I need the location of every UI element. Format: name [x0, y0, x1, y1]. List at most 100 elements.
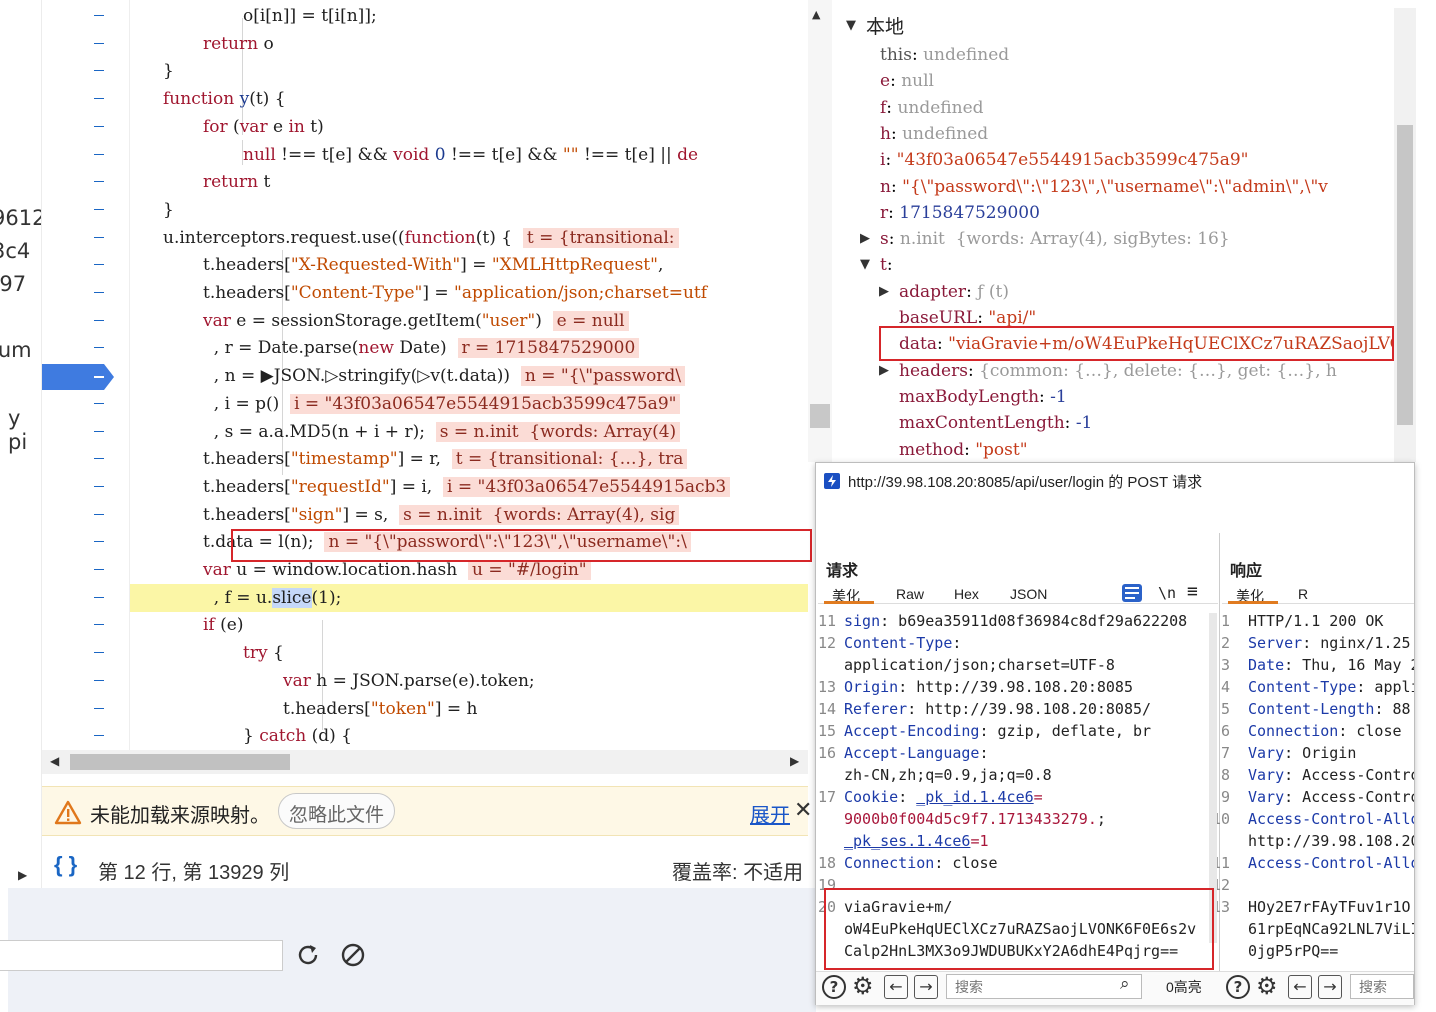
- gutter-line-marker[interactable]: [94, 402, 104, 404]
- code-line[interactable]: t.headers["token"] = h: [283, 695, 477, 723]
- settings-icon[interactable]: ⚙: [852, 972, 874, 1000]
- gutter-line-marker[interactable]: [94, 292, 104, 293]
- code-line[interactable]: } catch (d) {: [243, 722, 352, 750]
- code-line[interactable]: t.headers["X-Requested-With"] = "XMLHttp…: [203, 251, 663, 279]
- code-line[interactable]: , f = u.slice(1);: [203, 584, 341, 612]
- scope-variable-row[interactable]: f: undefined: [880, 95, 984, 121]
- http-line[interactable]: application/json;charset=UTF-8: [844, 654, 1208, 676]
- gutter-line-marker[interactable]: [94, 513, 104, 515]
- gutter-line-marker[interactable]: [94, 458, 104, 460]
- gutter-line-marker[interactable]: [94, 485, 104, 487]
- scope-variable-row[interactable]: e: null: [880, 68, 934, 94]
- prev-icon[interactable]: ←: [1288, 975, 1312, 999]
- scope-variable-row[interactable]: maxContentLength: -1: [899, 410, 1092, 436]
- gutter-line-marker[interactable]: [94, 541, 104, 543]
- http-line[interactable]: Referer: http://39.98.108.20:8085/: [844, 698, 1208, 720]
- expand-arrow-icon[interactable]: ▶: [879, 279, 889, 305]
- scope-variable-row[interactable]: this: undefined: [880, 42, 1009, 68]
- next-icon[interactable]: →: [1318, 975, 1342, 999]
- gutter-line-marker[interactable]: [94, 347, 104, 349]
- scope-scroll-thumb[interactable]: [1397, 125, 1413, 425]
- prev-icon[interactable]: ←: [884, 975, 908, 999]
- gutter-line-marker[interactable]: [94, 125, 104, 127]
- http-line[interactable]: Cookie: _pk_id.1.4ce6=: [844, 786, 1208, 808]
- gutter-line-marker[interactable]: [94, 569, 104, 570]
- search-input[interactable]: [1350, 974, 1414, 999]
- gutter-line-marker[interactable]: [94, 430, 104, 432]
- scope-variable-row[interactable]: maxBodyLength: -1: [899, 384, 1067, 410]
- ignore-file-button[interactable]: 忽略此文件: [278, 793, 396, 829]
- gutter-line-marker[interactable]: [94, 70, 104, 72]
- scope-variable-row[interactable]: n: "{\"password\":\"123\",\"username\":\…: [880, 174, 1328, 200]
- http-line[interactable]: Vary: Access-Contro: [1248, 786, 1414, 808]
- request-tab[interactable]: JSON: [1010, 586, 1047, 602]
- clear-icon[interactable]: [340, 942, 366, 968]
- scroll-up-icon[interactable]: ▲: [812, 8, 820, 21]
- gutter-line-marker[interactable]: [94, 735, 104, 737]
- code-line[interactable]: function y(t) {: [163, 85, 286, 113]
- http-line[interactable]: Accept-Language:: [844, 742, 1208, 764]
- collapse-arrow-icon[interactable]: ▼: [846, 18, 856, 33]
- scope-variable-row[interactable]: h: undefined: [880, 121, 988, 147]
- gutter-line-marker[interactable]: [94, 98, 104, 100]
- code-line[interactable]: }: [163, 196, 174, 224]
- http-line[interactable]: HTTP/1.1 200 OK: [1248, 610, 1414, 632]
- newline-icon[interactable]: \n: [1158, 584, 1176, 602]
- gutter-line-marker[interactable]: [94, 153, 104, 155]
- code-scroll-thumb[interactable]: [810, 404, 830, 428]
- http-line[interactable]: HOy2E7rFAyTFuv1r1O: [1248, 896, 1414, 918]
- http-line[interactable]: http://39.98.108.20: [1248, 830, 1414, 852]
- scope-variable-row[interactable]: ▶ adapter: ƒ (t): [879, 279, 1009, 305]
- http-line[interactable]: Access-Control-Allo:: [1248, 852, 1414, 874]
- scope-variable-row[interactable]: ▼ t:: [860, 252, 898, 278]
- code-line[interactable]: t.headers["timestamp"] = r, t = {transit…: [203, 445, 688, 473]
- http-line[interactable]: 61rpEqNCa92LNL7ViLI: [1248, 918, 1414, 940]
- http-line[interactable]: Date: Thu, 16 May 2: [1248, 654, 1414, 676]
- settings-icon[interactable]: ⚙: [1256, 972, 1278, 1000]
- code-line[interactable]: t.headers["requestId"] = i, i = "43f03a0…: [203, 473, 731, 501]
- gutter-line-marker[interactable]: [94, 181, 104, 183]
- code-line[interactable]: return t: [203, 168, 270, 196]
- response-tab[interactable]: R: [1298, 586, 1308, 602]
- http-line[interactable]: Content-Type: appli: [1248, 676, 1414, 698]
- expand-link[interactable]: 展开: [750, 799, 790, 828]
- next-icon[interactable]: →: [914, 975, 938, 999]
- scroll-right-icon[interactable]: ▶: [790, 754, 799, 768]
- source-code-editor[interactable]: o[i[n]] = t[i[n]]; return o} function y(t)…: [130, 0, 808, 750]
- gutter-line-marker[interactable]: [94, 42, 104, 44]
- breakpoint-marker-icon[interactable]: [42, 364, 114, 390]
- scope-local-header[interactable]: 本地: [866, 12, 904, 39]
- search-input[interactable]: [946, 974, 1142, 999]
- gutter-line-marker[interactable]: [94, 319, 104, 321]
- http-line[interactable]: Origin: http://39.98.108.20:8085: [844, 676, 1208, 698]
- gutter-line-marker[interactable]: [94, 15, 104, 16]
- expand-arrow-icon[interactable]: ▶: [879, 358, 889, 384]
- http-line[interactable]: _pk_ses.1.4ce6=1: [844, 830, 1208, 852]
- scope-variable-row[interactable]: i: "43f03a06547e5544915acb3599c475a9": [880, 147, 1248, 173]
- http-line[interactable]: Content-Type:: [844, 632, 1208, 654]
- http-line[interactable]: sign: b69ea35911d08f36984c8df29a622208: [844, 610, 1208, 632]
- http-line[interactable]: Vary: Access-Contro: [1248, 764, 1414, 786]
- expand-arrow-icon[interactable]: ▶: [18, 868, 27, 882]
- filter-input[interactable]: [0, 940, 283, 971]
- http-line[interactable]: 0jgP5rPQ==: [1248, 940, 1414, 962]
- scroll-left-icon[interactable]: ◀: [50, 754, 59, 768]
- code-line[interactable]: , s = a.a.MD5(n + i + r); s = n.init {wo…: [203, 418, 681, 446]
- collapse-arrow-icon[interactable]: ▼: [860, 252, 870, 278]
- code-line[interactable]: for (var e in t): [203, 113, 324, 141]
- scope-variable-row[interactable]: ▶ headers: {common: {…}, delete: {…}, get…: [879, 358, 1337, 384]
- gutter-line-marker[interactable]: [94, 236, 104, 238]
- scope-variable-row[interactable]: r: 1715847529000: [880, 200, 1040, 226]
- help-icon[interactable]: ?: [822, 975, 846, 999]
- http-line[interactable]: [1248, 874, 1414, 896]
- http-line[interactable]: Vary: Origin: [1248, 742, 1414, 764]
- scope-variable-row[interactable]: method: "post": [899, 437, 1028, 463]
- code-line[interactable]: null !== t[e] && void 0 !== t[e] && "" !…: [243, 141, 698, 169]
- code-line[interactable]: t.headers["sign"] = s, s = n.init {words…: [203, 501, 680, 529]
- expand-arrow-icon[interactable]: ▶: [860, 226, 870, 252]
- code-line[interactable]: t.headers["Content-Type"] = "application…: [203, 279, 707, 307]
- search-icon[interactable]: ⌕: [1120, 974, 1130, 994]
- help-icon[interactable]: ?: [1226, 975, 1250, 999]
- http-line[interactable]: Access-Control-Allo:: [1248, 808, 1414, 830]
- gutter-line-marker[interactable]: [94, 652, 104, 654]
